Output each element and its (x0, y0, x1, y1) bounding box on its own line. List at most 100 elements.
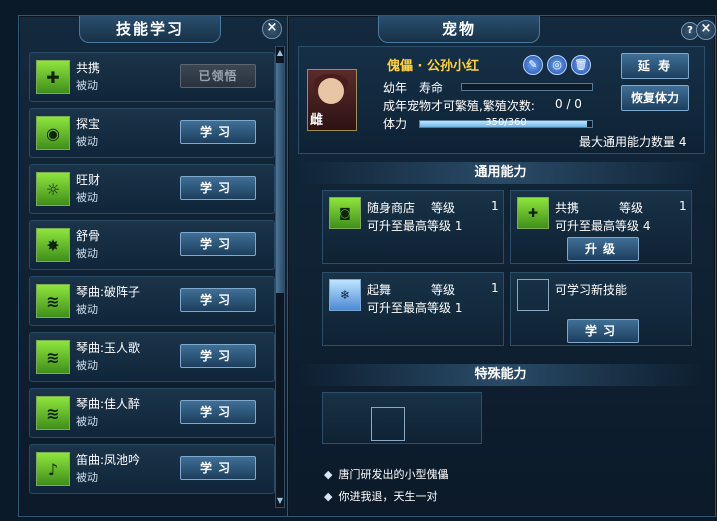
pet-info-box: 雌 傀儡 · 公孙小红 ✎ ◎ 🗑 幼年 寿命 成年宠物才可繁殖,繁殖次数: 0… (298, 46, 705, 154)
skill-row: ≋ 琴曲:玉人歌 被动 学习 (29, 332, 275, 382)
pet-note: ◆ 唐门研发出的小型傀儡 (324, 466, 448, 482)
ability-max-level: 可升至最高等级 1 (367, 219, 463, 233)
skill-row: ◉ 探宝 被动 学习 (29, 108, 275, 158)
breed-label: 成年宠物才可繁殖,繁殖次数: (383, 99, 535, 113)
trash-icon[interactable]: 🗑 (571, 55, 591, 75)
dance-icon: ❄ (329, 279, 361, 311)
sun-moon-icon: ☼ (36, 172, 70, 206)
panel-title-skill-learning: 技能学习 (79, 16, 221, 43)
pet-note-text: 唐门研发出的小型傀儡 (338, 468, 449, 481)
skill-type: 被动 (76, 303, 98, 316)
lifespan-bar (461, 83, 593, 91)
learn-button[interactable]: 学习 (180, 456, 256, 480)
learn-button[interactable]: 学习 (180, 344, 256, 368)
life-stage: 幼年 (383, 81, 408, 95)
swirl-icon[interactable]: ◎ (547, 55, 567, 75)
close-left-panel-button[interactable]: × (262, 19, 282, 39)
empty-slot[interactable] (517, 279, 549, 311)
skill-type: 被动 (76, 471, 98, 484)
ability-level: 1 (679, 199, 687, 213)
scroll-up-arrow-icon[interactable]: ▲ (276, 47, 284, 59)
scroll-down-arrow-icon[interactable]: ▼ (276, 495, 284, 507)
learn-button[interactable]: 学习 (180, 120, 256, 144)
eye-icon: ◉ (36, 116, 70, 150)
ability-level: 1 (491, 281, 499, 295)
scroll-thumb[interactable] (276, 63, 284, 293)
skill-row: ☼ 旺财 被动 学习 (29, 164, 275, 214)
zither-icon: ≋ (36, 340, 70, 374)
pet-note: ◆ 你进我退，天生一对 (324, 488, 437, 504)
ability-level-label: 等级 (431, 283, 456, 297)
ability-slot: ✚ 共携 等级 1 可升至最高等级 4 升级 (510, 190, 692, 264)
coin-icon: ◙ (329, 197, 361, 229)
lifespan-label: 寿命 (419, 81, 444, 95)
skill-type: 被动 (76, 415, 98, 428)
breed-count: 0 / 0 (555, 97, 582, 111)
skill-row: ✚ 共携 被动 已领悟 (29, 52, 275, 102)
special-abilities-title: 特殊能力 (298, 364, 703, 386)
learn-button[interactable]: 学习 (180, 232, 256, 256)
hp-bar: 350/360 (419, 117, 593, 128)
max-abilities-text: 最大通用能力数量 4 (579, 135, 687, 149)
learn-button[interactable]: 学习 (180, 176, 256, 200)
pet-face (318, 78, 344, 104)
skill-list-scrollbar[interactable]: ▲ ▼ (275, 46, 285, 508)
ability-slot-empty: 可学习新技能 学习 (510, 272, 692, 346)
skill-name: 探宝 (76, 117, 101, 131)
upgrade-button[interactable]: 升级 (567, 237, 639, 261)
skill-name: 琴曲:佳人醉 (76, 397, 141, 411)
pet-name: 傀儡 · 公孙小红 (387, 59, 479, 74)
ability-slot: ◙ 随身商店 等级 1 可升至最高等级 1 (322, 190, 504, 264)
skill-type: 被动 (76, 359, 98, 372)
flute-icon: ♪ (36, 452, 70, 486)
skill-name: 笛曲:凤池吟 (76, 453, 141, 467)
skill-learned-button[interactable]: 已领悟 (180, 64, 256, 88)
ability-name: 随身商店 (367, 201, 416, 215)
extend-life-button[interactable]: 延 寿 (621, 53, 689, 79)
zither-icon: ≋ (36, 396, 70, 430)
zither-icon: ≋ (36, 284, 70, 318)
ability-level: 1 (491, 199, 499, 213)
skill-learning-panel: 技能学习 × ✚ 共携 被动 已领悟 ◉ 探宝 被动 学习 ☼ 旺财 被动 学习… (18, 15, 290, 517)
brush-icon[interactable]: ✎ (523, 55, 543, 75)
restore-hp-button[interactable]: 恢复体力 (621, 85, 689, 111)
learn-ability-button[interactable]: 学习 (567, 319, 639, 343)
learn-button[interactable]: 学习 (180, 288, 256, 312)
skill-type: 被动 (76, 79, 98, 92)
skill-name: 旺财 (76, 173, 101, 187)
skill-name: 琴曲:破阵子 (76, 285, 141, 299)
pet-panel: 宠物 ? × 雌 傀儡 · 公孙小红 ✎ ◎ 🗑 幼年 寿命 成年宠物才可繁殖,… (287, 15, 716, 517)
hp-text: 350/360 (485, 117, 527, 128)
close-right-panel-button[interactable]: × (696, 20, 716, 40)
skill-row: ≋ 琴曲:破阵子 被动 学习 (29, 276, 275, 326)
sack-plus-icon: ✚ (36, 60, 70, 94)
sack-plus-icon: ✚ (517, 197, 549, 229)
common-abilities-title: 通用能力 (298, 162, 703, 184)
ability-name: 共携 (555, 201, 580, 215)
skill-type: 被动 (76, 135, 98, 148)
ability-max-level: 可升至最高等级 1 (367, 301, 463, 315)
skill-row: ♪ 笛曲:凤池吟 被动 学习 (29, 444, 275, 494)
special-ability-slot[interactable] (371, 407, 405, 441)
ability-name: 起舞 (367, 283, 392, 297)
pet-note-text: 你进我退，天生一对 (338, 490, 438, 503)
skill-name: 共携 (76, 61, 101, 75)
skill-row: ≋ 琴曲:佳人醉 被动 学习 (29, 388, 275, 438)
ability-level-label: 等级 (431, 201, 456, 215)
pet-gender: 雌 (310, 113, 324, 128)
ability-slot: ❄ 起舞 等级 1 可升至最高等级 1 (322, 272, 504, 346)
skill-type: 被动 (76, 247, 98, 260)
hp-label: 体力 (383, 117, 408, 131)
pet-portrait: 雌 (307, 69, 357, 131)
ability-max-level: 可升至最高等级 4 (555, 219, 651, 233)
ability-level-label: 等级 (619, 201, 644, 215)
skill-name: 舒骨 (76, 229, 101, 243)
learn-button[interactable]: 学习 (180, 400, 256, 424)
skill-name: 琴曲:玉人歌 (76, 341, 141, 355)
skill-row: ✸ 舒骨 被动 学习 (29, 220, 275, 270)
diamond-bullet-icon: ◆ (324, 468, 333, 481)
panel-title-pet: 宠物 (378, 16, 540, 43)
diamond-bullet-icon: ◆ (324, 490, 333, 503)
special-ability-box (322, 392, 482, 444)
burst-icon: ✸ (36, 228, 70, 262)
